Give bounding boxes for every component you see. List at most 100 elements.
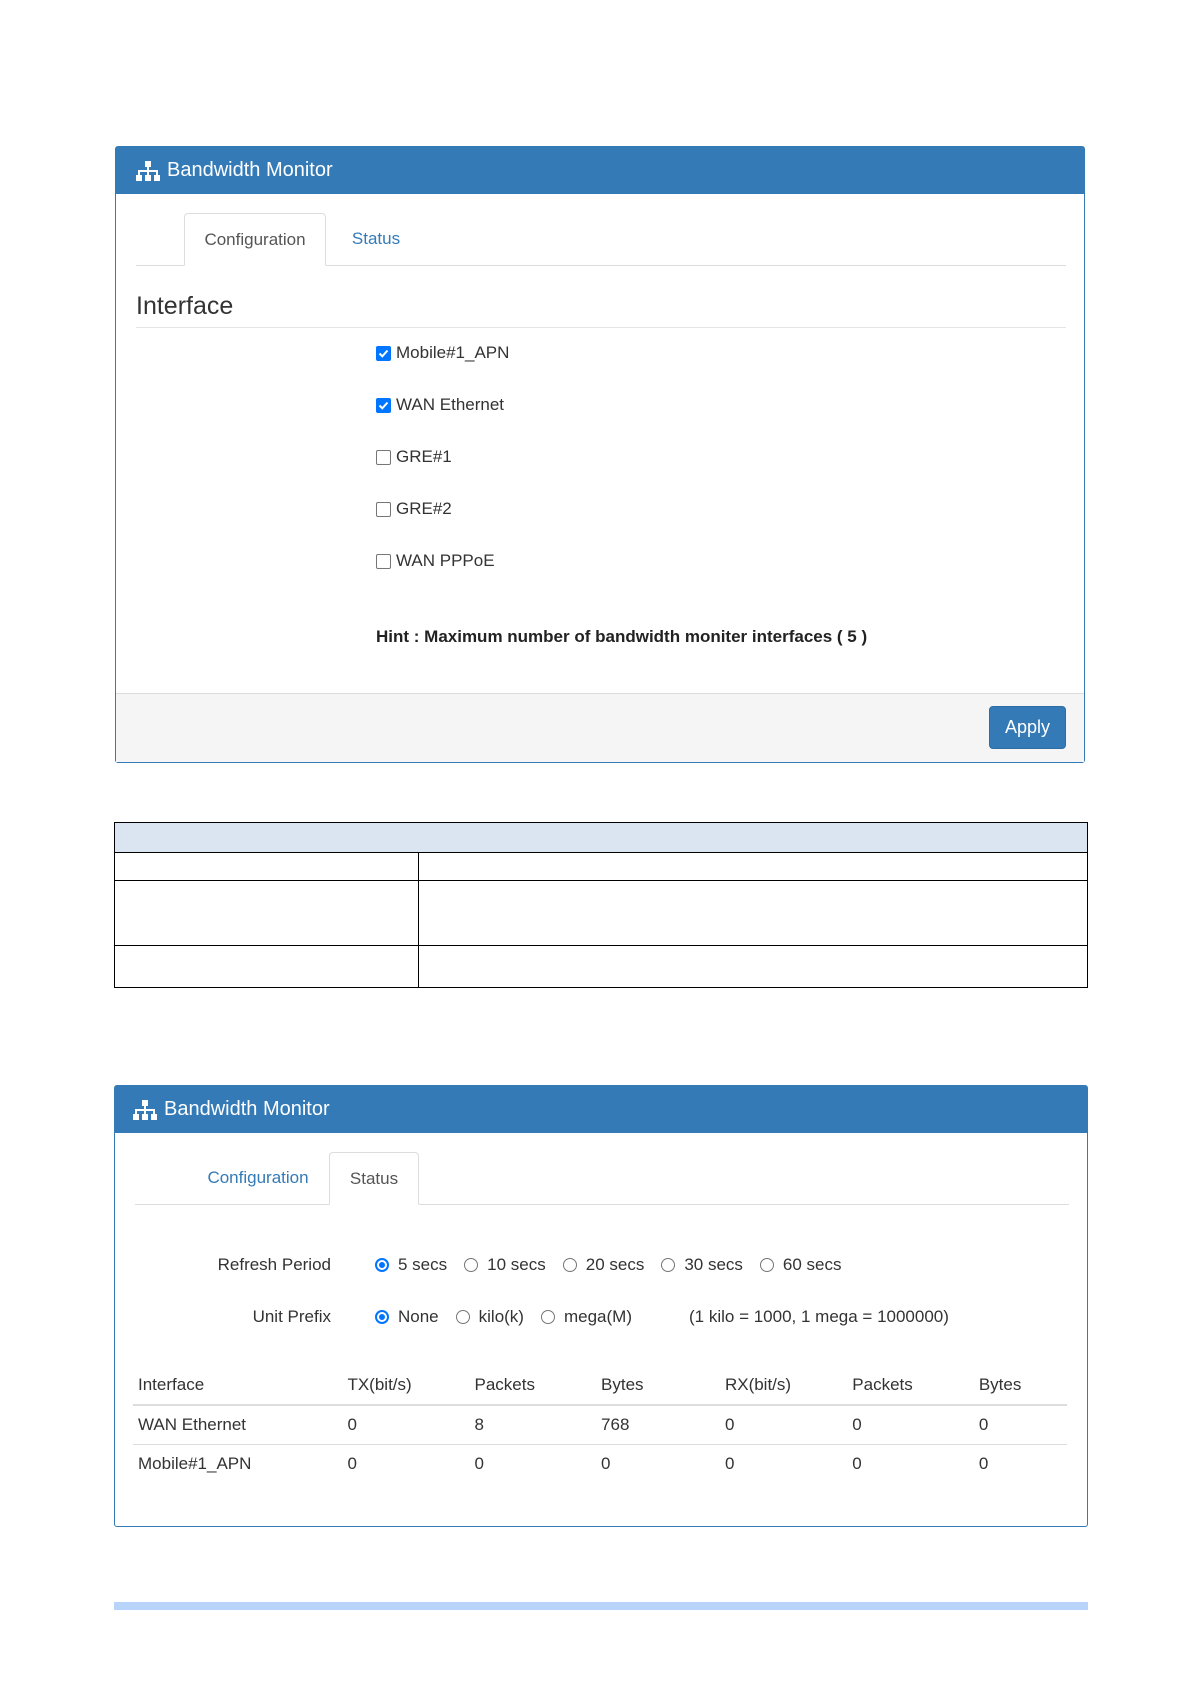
radio-option[interactable]: 20 secs xyxy=(562,1255,645,1275)
radio-label: 5 secs xyxy=(398,1255,448,1274)
radio-label: mega(M) xyxy=(563,1307,632,1326)
apply-button[interactable]: Apply xyxy=(989,706,1066,749)
check-icon xyxy=(378,349,389,358)
table-cell: 0 xyxy=(852,1454,862,1473)
config-tabs: Configuration Status xyxy=(136,213,1066,266)
column-header: Packets xyxy=(469,1366,597,1406)
radio-label: None xyxy=(398,1307,439,1326)
tab-status[interactable]: Status xyxy=(329,1152,419,1205)
table-cell: 0 xyxy=(973,1405,1067,1445)
hint-text: Hint : Maximum number of bandwidth monit… xyxy=(376,627,868,646)
doc-table-cell xyxy=(114,945,419,988)
doc-table-cell xyxy=(114,880,419,946)
unit-prefix-label: Unit Prefix xyxy=(252,1307,331,1326)
checkbox-unchecked[interactable] xyxy=(376,449,391,465)
interface-option[interactable]: WAN PPPoE xyxy=(376,551,495,571)
radio-label: 10 secs xyxy=(487,1255,546,1274)
section-title-interface: Interface xyxy=(136,292,1066,328)
tab-label: Configuration xyxy=(207,1168,309,1187)
radio-option[interactable]: 30 secs xyxy=(661,1255,743,1275)
radio-label: 20 secs xyxy=(585,1255,645,1274)
network-icon xyxy=(133,1099,157,1120)
interface-option[interactable]: GRE#1 xyxy=(376,447,452,467)
doc-table-cell xyxy=(418,945,1088,988)
radio-option[interactable]: 5 secs xyxy=(375,1255,447,1275)
doc-table-header xyxy=(114,822,1088,853)
radio-option[interactable]: mega(M) xyxy=(540,1307,632,1327)
column-header: RX(bit/s) xyxy=(719,1366,848,1406)
radio-unselected[interactable] xyxy=(562,1258,577,1272)
checkbox-checked[interactable] xyxy=(376,345,391,361)
table-cell: 768 xyxy=(596,1405,720,1445)
checkbox-checked[interactable] xyxy=(376,397,391,413)
page-footer-bar xyxy=(114,1602,1088,1610)
interface-label: WAN Ethernet xyxy=(396,395,505,414)
radio-label: 30 secs xyxy=(684,1255,743,1274)
radio-unselected[interactable] xyxy=(455,1310,470,1324)
radio-unselected[interactable] xyxy=(759,1258,774,1272)
refresh-period-options: 5 secs 10 secs 20 secs 30 secs 60 secs xyxy=(375,1255,859,1275)
table-cell: 0 xyxy=(719,1405,848,1445)
table-cell: 0 xyxy=(978,1454,989,1473)
radio-unselected[interactable] xyxy=(661,1258,676,1272)
checkbox-unchecked[interactable] xyxy=(376,553,391,569)
column-header: TX(bit/s) xyxy=(342,1366,470,1406)
tab-configuration[interactable]: Configuration xyxy=(187,1152,329,1204)
tab-label: Status xyxy=(349,1168,399,1188)
check-icon xyxy=(378,401,389,410)
table-cell: 8 xyxy=(469,1405,597,1445)
interface-label: GRE#2 xyxy=(396,499,452,518)
radio-unselected[interactable] xyxy=(540,1310,555,1324)
radio-unselected[interactable] xyxy=(464,1258,479,1272)
radio-option[interactable]: 10 secs xyxy=(464,1255,546,1275)
radio-option[interactable]: kilo(k) xyxy=(455,1307,524,1327)
panel-footer: Apply xyxy=(116,693,1084,762)
panel-title: Bandwidth Monitor xyxy=(167,159,333,181)
table-cell: 0 xyxy=(347,1454,357,1473)
panel-title: Bandwidth Monitor xyxy=(164,1098,330,1120)
document-table xyxy=(114,822,1088,988)
doc-table-cell xyxy=(418,852,1088,881)
column-header: Interface xyxy=(133,1366,343,1406)
table-cell: 0 xyxy=(724,1454,735,1473)
radio-selected[interactable] xyxy=(375,1258,389,1272)
table-cell: Mobile#1_APN xyxy=(138,1454,252,1473)
interface-option[interactable]: Mobile#1_APN xyxy=(376,343,509,363)
table-cell: 0 xyxy=(474,1454,484,1473)
checkbox-unchecked[interactable] xyxy=(376,501,391,517)
status-panel-heading: Bandwidth Monitor xyxy=(115,1086,1087,1133)
unit-prefix-options: None kilo(k) mega(M) (1 kilo = 1000, 1 mega… xyxy=(375,1307,949,1327)
tab-configuration[interactable]: Configuration xyxy=(184,213,326,266)
refresh-period-label: Refresh Period xyxy=(217,1255,331,1274)
unit-note: (1 kilo = 1000, 1 mega = 1000000) xyxy=(689,1307,949,1326)
column-header: Bytes xyxy=(973,1366,1067,1406)
table-cell: 0 xyxy=(847,1405,974,1445)
status-tabs: Configuration Status xyxy=(135,1152,1069,1205)
interface-option[interactable]: GRE#2 xyxy=(376,499,452,519)
status-panel: Bandwidth Monitor Configuration Status R… xyxy=(114,1085,1088,1527)
column-header: Packets xyxy=(847,1366,974,1406)
table-cell: 0 xyxy=(601,1454,611,1473)
interface-label: WAN PPPoE xyxy=(396,551,495,570)
tab-label: Configuration xyxy=(204,229,306,249)
bandwidth-status-table: Interface TX(bit/s) Packets Bytes RX(bit/s) P… xyxy=(133,1366,1067,1483)
tab-status[interactable]: Status xyxy=(326,213,426,265)
radio-label: 60 secs xyxy=(782,1255,842,1274)
doc-table-cell xyxy=(114,852,419,881)
radio-option[interactable]: 60 secs xyxy=(759,1255,842,1275)
table-cell: WAN Ethernet xyxy=(133,1405,343,1445)
doc-table-cell xyxy=(418,880,1088,946)
interface-label: Mobile#1_APN xyxy=(396,343,510,362)
network-icon xyxy=(136,160,160,181)
radio-option[interactable]: None xyxy=(375,1307,439,1327)
table-header-row: Interface TX(bit/s) Packets Bytes RX(bit/s) P… xyxy=(133,1366,1067,1406)
table-row: Mobile#1_APN 0 0 0 0 0 0 xyxy=(133,1445,1067,1484)
interface-label: GRE#1 xyxy=(396,447,452,466)
config-panel: Bandwidth Monitor Configuration Status I… xyxy=(115,146,1085,763)
tab-label: Status xyxy=(351,229,401,248)
interface-option[interactable]: WAN Ethernet xyxy=(376,395,504,415)
config-panel-heading: Bandwidth Monitor xyxy=(116,147,1084,194)
radio-selected[interactable] xyxy=(375,1310,389,1324)
table-cell: 0 xyxy=(342,1405,470,1445)
radio-label: kilo(k) xyxy=(478,1307,524,1326)
